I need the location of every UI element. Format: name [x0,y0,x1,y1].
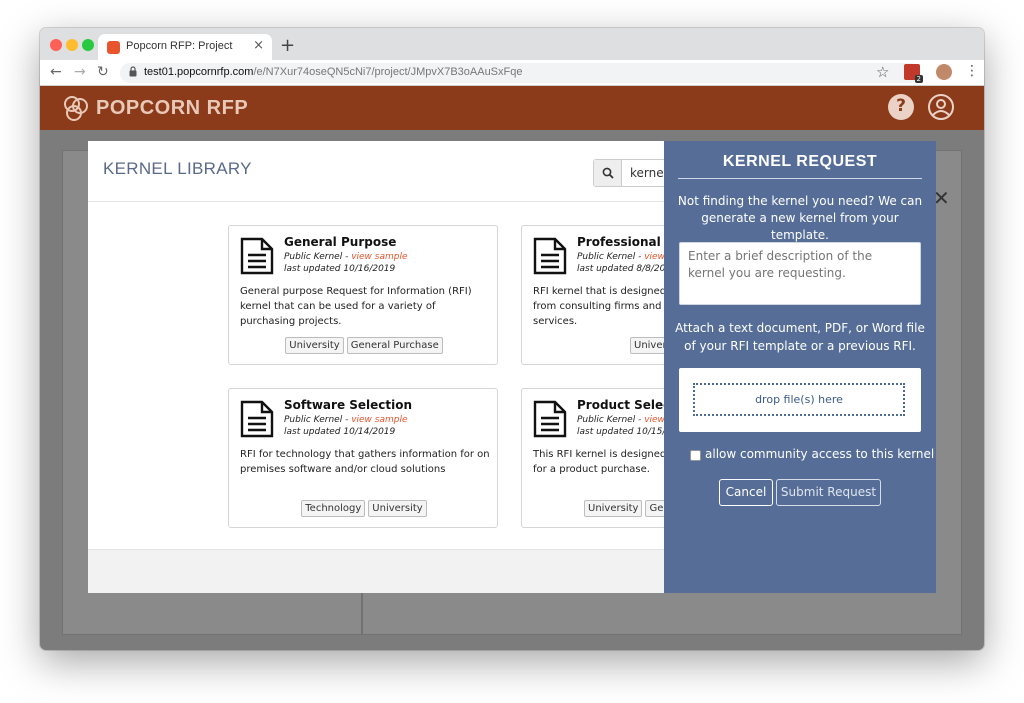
card-meta: Public Kernel - view sample last updated… [284,251,408,275]
popcorn-logo-icon [64,96,88,121]
view-sample-link[interactable]: view sample [351,415,407,425]
close-window-button[interactable] [50,39,62,51]
extension-icon[interactable]: 2 [904,64,923,83]
card-meta: Public Kernel - view sample last updated… [284,414,408,438]
tag: General Purchase [346,337,443,354]
card-title: General Purpose [284,235,397,249]
search-value: kernel [630,166,667,180]
view-sample-link[interactable]: view sample [351,252,407,262]
minimize-window-button[interactable] [66,39,78,51]
brand-name: POPCORN RFP [96,96,249,119]
card-updated: last updated 10/14/2019 [284,427,396,437]
forward-arrow-icon[interactable]: → [74,64,86,80]
kernel-request-title: KERNEL REQUEST [722,153,878,170]
card-tags: University General Purchase [229,337,497,354]
profile-avatar[interactable] [936,64,952,80]
card-description: General purpose Request for Information … [240,286,472,327]
submit-request-button[interactable]: Submit Request [776,479,881,506]
popcorn-favicon-icon [107,41,120,54]
modal-title: KERNEL LIBRARY [103,159,252,178]
kernel-card-general-purpose[interactable]: General Purpose Public Kernel - view sam… [228,225,498,365]
attach-instructions: Attach a text document, PDF, or Word fil… [675,321,925,353]
drop-zone[interactable]: drop file(s) here [693,383,905,416]
search-icon [602,167,614,179]
user-account-icon[interactable] [928,94,954,120]
browser-tab[interactable]: Popcorn RFP: Project × [98,34,272,60]
document-icon [240,237,274,275]
card-kind: Public Kernel - [284,252,352,262]
lock-icon [129,66,137,77]
browser-window: Popcorn RFP: Project × + ← → ↻ test01.po… [40,28,984,650]
kernel-request-intro: Not finding the kernel you need? We can … [677,194,923,242]
file-drop-area[interactable]: drop file(s) here [679,368,921,432]
more-menu-icon[interactable]: ⋮ [965,63,979,79]
community-access-checkbox[interactable] [690,450,701,461]
tab-close-icon[interactable]: × [253,38,264,53]
document-icon [533,237,567,275]
kernel-request-panel: KERNEL REQUEST Not finding the kernel yo… [664,141,936,593]
url-text: test01.popcornrfp.com/e/N7Xur74oseQN5cNi… [144,66,523,78]
maximize-window-button[interactable] [82,39,94,51]
reload-icon[interactable]: ↻ [97,64,109,80]
card-updated: last updated 8/8/2019 [577,264,677,274]
card-description: RFI for technology that gathers informat… [240,449,490,475]
title-divider [678,178,922,179]
address-bar: ← → ↻ test01.popcornrfp.com/e/N7Xur74ose… [40,60,984,86]
popcorn-logo[interactable]: POPCORN RFP [62,94,248,122]
app-header: POPCORN RFP ? [40,86,984,130]
card-kind: Public Kernel - [284,415,352,425]
card-tags: Technology University [229,500,497,517]
card-updated: last updated 10/16/2019 [284,264,396,274]
kernel-description-field[interactable] [679,242,921,305]
community-access-label[interactable]: allow community access to this kernel [705,447,934,461]
extension-badge: 2 [914,75,923,83]
help-icon[interactable]: ? [888,94,914,120]
back-arrow-icon[interactable]: ← [50,64,62,80]
document-icon [240,400,274,438]
close-modal-icon[interactable]: ✕ [933,186,950,210]
bookmark-star-icon[interactable]: ☆ [876,63,889,81]
tag: Technology [301,500,366,517]
browser-tab-bar: Popcorn RFP: Project × + [40,28,984,60]
card-title: Software Selection [284,398,413,412]
card-kind: Public Kernel - [577,415,645,425]
cancel-button[interactable]: Cancel [719,479,773,506]
url-field[interactable]: test01.popcornrfp.com/e/N7Xur74oseQN5cNi… [120,63,920,83]
tag: University [368,500,427,517]
tag: University [584,500,643,517]
search-button[interactable] [594,160,622,186]
new-tab-button[interactable]: + [280,35,295,56]
document-icon [533,400,567,438]
kernel-card-software-selection[interactable]: Software Selection Public Kernel - view … [228,388,498,528]
tab-title: Popcorn RFP: Project [126,40,233,52]
tag: University [285,337,344,354]
card-kind: Public Kernel - [577,252,645,262]
